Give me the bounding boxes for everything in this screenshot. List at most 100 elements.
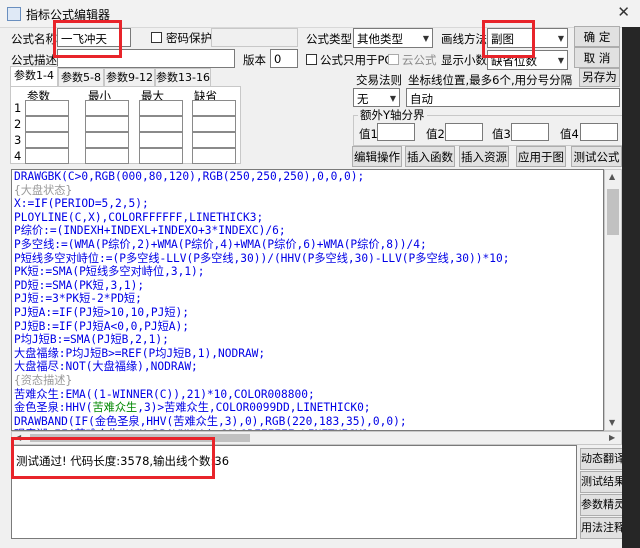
param-1-min[interactable] <box>85 100 129 116</box>
trade-rule-label: 交易法则 <box>356 73 402 87</box>
test-result-button[interactable]: 测试结果 <box>580 471 626 493</box>
code-token: PJ短A:=IF(PJ短>10,10,PJ短); <box>14 305 190 319</box>
scroll-up-icon[interactable]: ▲ <box>609 172 615 181</box>
trade-rule-select[interactable]: 无 ▼ <box>353 88 400 107</box>
insert-function-button[interactable]: 插入函数 <box>405 146 455 167</box>
tab-params-9-12[interactable]: 参数9-12 <box>104 68 155 86</box>
code-token: PJ短B:=IF(PJ短A<0,0,PJ短A); <box>14 319 190 333</box>
cloud-checkbox[interactable] <box>388 54 399 65</box>
dynamic-translate-button[interactable]: 动态翻译 <box>580 448 626 470</box>
param-4-default[interactable] <box>192 148 236 164</box>
param-row-1-label: 1 <box>14 101 22 115</box>
code-line: PD短:=SMA(PK短,3,1); <box>12 279 603 293</box>
yaxis-group-title: 额外Y轴分界 <box>358 107 427 123</box>
highlight-formula-name <box>53 20 122 58</box>
formula-type-value: 其他类型 <box>357 32 403 46</box>
param-row-2-label: 2 <box>14 117 22 131</box>
code-token: PD短:=SMA(PK短,3,1); <box>14 278 145 292</box>
param-wizard-button[interactable]: 参数精灵 <box>580 494 626 516</box>
code-token: P多空线:=(WMA(P综价,2)+WMA(P综价,4)+WMA(P综价,6)+… <box>14 237 427 251</box>
code-token: PJ短:=3*PK短-2*PD短; <box>14 292 142 306</box>
password-input[interactable] <box>211 28 298 47</box>
formula-name-label: 公式名称 <box>11 32 57 46</box>
code-token: P均J短B:=SMA(PJ短B,2,1); <box>14 333 169 347</box>
chevron-down-icon: ▼ <box>422 34 429 43</box>
param-4-name[interactable] <box>25 148 69 164</box>
password-checkbox[interactable] <box>151 32 162 43</box>
code-line: 苦难众生:EMA((1-WINNER(C)),21)*10,COLOR00880… <box>12 388 603 402</box>
param-3-default[interactable] <box>192 132 236 148</box>
usage-notes-button[interactable]: 用法注释 <box>580 517 626 539</box>
code-token: 大盘福缘:P均J短B>=REF(P均J短B,1),NODRAW; <box>14 346 266 360</box>
chevron-down-icon: ▼ <box>389 94 396 103</box>
insert-resource-button[interactable]: 插入资源 <box>459 146 509 167</box>
code-line: DRAWBAND(IF(金色圣泉,HHV(苦难众生,3),0),RGB(220,… <box>12 415 603 429</box>
param-1-name[interactable] <box>25 100 69 116</box>
params-grid: 参数 最小 最大 缺省 1 2 3 4 <box>10 86 241 164</box>
yaxis-label-4: 值4 <box>560 127 579 141</box>
version-input[interactable]: 0 <box>270 49 298 68</box>
yaxis-value-3[interactable] <box>511 123 549 141</box>
yaxis-value-1[interactable] <box>377 123 415 141</box>
code-line: 大盘福缘:P均J短B>=REF(P均J短B,1),NODRAW; <box>12 347 603 361</box>
param-2-name[interactable] <box>25 116 69 132</box>
editor-vertical-scrollbar[interactable]: ▲ ▼ <box>604 169 622 431</box>
scroll-right-icon[interactable]: ▶ <box>609 433 615 442</box>
code-token: X:=IF(PERIOD=5,2,5); <box>14 197 149 211</box>
apply-to-chart-button[interactable]: 应用于图 <box>516 146 566 167</box>
param-3-name[interactable] <box>25 132 69 148</box>
draw-method-label: 画线方法 <box>441 32 487 46</box>
code-token: 苦难众生:EMA((1-WINNER(C)),21)*10,COLOR00880… <box>14 387 315 401</box>
code-token: PK短:=SMA(P短线多空对峙位,3,1); <box>14 265 205 279</box>
code-line: DRAWGBK(C>0,RGB(000,80,120),RGB(250,250,… <box>12 170 603 184</box>
scroll-down-icon[interactable]: ▼ <box>609 418 615 427</box>
param-4-max[interactable] <box>139 148 183 164</box>
pc-only-checkbox[interactable] <box>306 54 317 65</box>
code-token: 苦难众生 <box>92 401 138 415</box>
code-line: PJ短:=3*PK短-2*PD短; <box>12 292 603 306</box>
code-token: 金色圣泉:HHV( <box>14 401 93 415</box>
param-1-max[interactable] <box>139 100 183 116</box>
save-as-button[interactable]: 另存为 <box>579 68 620 87</box>
param-3-min[interactable] <box>85 132 129 148</box>
formula-editor-window: 指标公式编辑器 ✕ 公式名称 一飞冲天 密码保护 公式类型 其他类型 ▼ 画线方… <box>0 0 640 548</box>
code-line: X:=IF(PERIOD=5,2,5); <box>12 197 603 211</box>
param-2-min[interactable] <box>85 116 129 132</box>
formula-type-select[interactable]: 其他类型 ▼ <box>353 28 433 48</box>
tab-params-1-4[interactable]: 参数1-4 <box>10 66 58 87</box>
param-row-3-label: 3 <box>14 133 22 147</box>
close-icon[interactable]: ✕ <box>617 3 630 21</box>
code-token: DRAWGBK(C>0,RGB(000,80,120),RGB(250,250,… <box>14 170 365 183</box>
trade-rule-value: 无 <box>357 92 369 106</box>
code-line: 大盘福尽:NOT(大盘福缘),NODRAW; <box>12 360 603 374</box>
password-label: 密码保护 <box>166 31 212 45</box>
yaxis-label-3: 值3 <box>492 127 511 141</box>
code-line: PJ短A:=IF(PJ短>10,10,PJ短); <box>12 306 603 320</box>
code-editor[interactable]: DRAWGBK(C>0,RGB(000,80,120),RGB(250,250,… <box>11 169 604 431</box>
formula-type-label: 公式类型 <box>306 32 352 46</box>
scroll-thumb[interactable] <box>607 189 619 235</box>
code-line: PK短:=SMA(P短线多空对峙位,3,1); <box>12 265 603 279</box>
edit-operation-button[interactable]: 编辑操作 <box>352 146 402 167</box>
param-3-max[interactable] <box>139 132 183 148</box>
code-token: ,3)>苦难众生,COLOR0099DD,LINETHICK0; <box>137 401 371 415</box>
test-formula-button[interactable]: 测试公式 <box>571 146 622 167</box>
window-icon <box>7 7 21 21</box>
code-token: P短线多空对峙位:=(P多空线-LLV(P多空线,30))/(HHV(P多空线,… <box>14 251 510 265</box>
tab-params-13-16[interactable]: 参数13-16 <box>155 68 211 86</box>
code-line: 金色圣泉:HHV(苦难众生,3)>苦难众生,COLOR0099DD,LINETH… <box>12 401 603 415</box>
coord-line-input[interactable]: 自动 <box>406 88 620 107</box>
ok-button[interactable]: 确 定 <box>574 26 620 47</box>
yaxis-value-4[interactable] <box>580 123 618 141</box>
param-2-max[interactable] <box>139 116 183 132</box>
cancel-button[interactable]: 取 消 <box>574 47 620 68</box>
version-label: 版本 <box>243 53 266 67</box>
param-4-min[interactable] <box>85 148 129 164</box>
yaxis-value-2[interactable] <box>445 123 483 141</box>
tab-params-5-8[interactable]: 参数5-8 <box>58 68 104 86</box>
param-1-default[interactable] <box>192 100 236 116</box>
param-2-default[interactable] <box>192 116 236 132</box>
highlight-status <box>11 437 215 479</box>
pc-only-label: 公式只用于PC <box>320 53 393 67</box>
code-line: P均J短B:=SMA(PJ短B,2,1); <box>12 333 603 347</box>
